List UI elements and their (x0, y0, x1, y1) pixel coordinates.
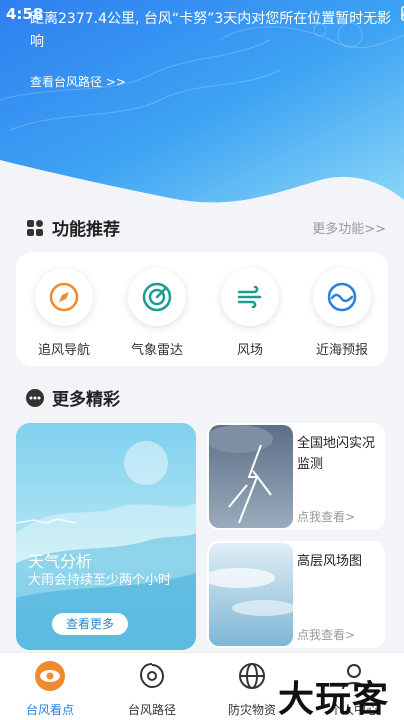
upper-wind-card-link[interactable]: 点我查看> (297, 626, 355, 643)
feature-chase-wind-nav[interactable]: 追风导航 (29, 268, 99, 358)
feature-label: 气象雷达 (130, 343, 183, 358)
feature-label: 近海预报 (315, 343, 368, 358)
feature-offshore-forecast[interactable]: 近海预报 (307, 268, 377, 358)
typhoon-alert-text: 距离2377.4公里, 台风“卡努”3天内对您所在位置暂时无影响 (30, 11, 392, 50)
nav-label: 台风路径 (127, 703, 176, 717)
upper-wind-card[interactable]: 高层风场图 点我查看> (207, 541, 385, 648)
upper-wind-card-title: 高层风场图 (297, 554, 363, 569)
lightning-image (209, 425, 293, 528)
sky-image (209, 543, 293, 646)
typhoon-eye-icon (35, 661, 65, 691)
weather-card-title: 天气分析 (28, 552, 93, 571)
features-section-title: 功能推荐 (52, 220, 120, 240)
more-features-link[interactable]: 更多功能>> (312, 218, 386, 237)
nav-typhoon-track[interactable]: 台风路径 (112, 659, 192, 718)
feature-label: 追风导航 (37, 343, 90, 358)
compass-icon (49, 282, 79, 312)
feature-weather-radar[interactable]: 气象雷达 (122, 268, 192, 358)
feature-wind-field[interactable]: 风场 (215, 268, 285, 358)
wave-icon (327, 282, 357, 312)
view-more-button[interactable]: 查看更多 (52, 613, 128, 635)
view-typhoon-track-link[interactable]: 查看台风路径 >> (30, 73, 126, 90)
lightning-card-title: 全国地闪实况监测 (297, 436, 376, 472)
nav-typhoon-highlights[interactable]: 台风看点 (10, 659, 90, 718)
lightning-card-link[interactable]: 点我查看> (297, 508, 355, 525)
weather-analysis-card[interactable]: 天气分析 大雨会持续至少两个小时 查看更多 (16, 423, 196, 650)
features-section-header: 功能推荐 (26, 215, 120, 240)
globe-icon (239, 663, 265, 689)
typhoon-hero-banner: 4:58 距离2377.4公里, 台风“卡努”3天内对您所在位置暂时无影响 查看… (0, 0, 404, 215)
cloud-sky-icon (209, 543, 293, 646)
watermark-text: 大玩客 (278, 678, 390, 720)
feature-label: 风场 (236, 343, 263, 358)
typhoon-swirl-icon (139, 663, 165, 688)
more-dots-icon (26, 388, 44, 407)
lightning-monitor-card[interactable]: 全国地闪实况监测 点我查看> (207, 423, 385, 530)
wind-icon (237, 285, 262, 309)
feature-card: 追风导航 气象雷达 风场 近海预报 (16, 252, 388, 366)
radar-icon (142, 282, 172, 312)
weather-card-subtitle: 大雨会持续至少两个小时 (28, 573, 172, 588)
more-section-title: 更多精彩 (52, 390, 120, 410)
nav-label: 台风看点 (25, 703, 74, 717)
more-section-header: 更多精彩 (26, 385, 120, 410)
grid-icon (27, 219, 43, 236)
lightning-icon (209, 425, 293, 528)
